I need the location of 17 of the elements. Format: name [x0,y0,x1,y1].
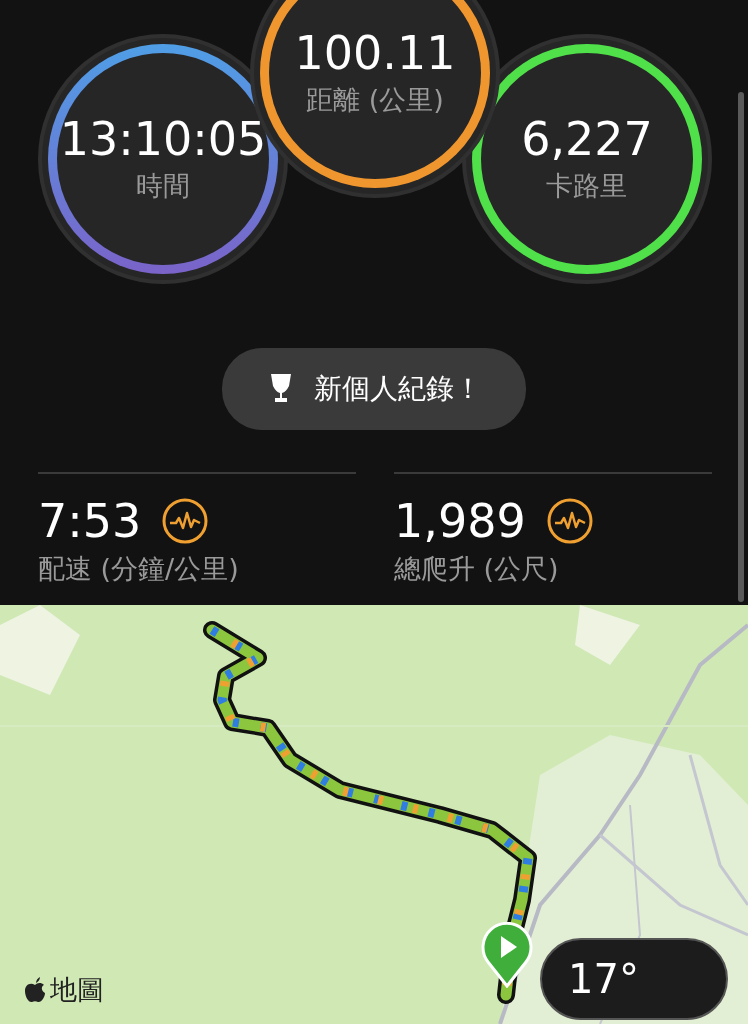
stat-label: 總爬升 (公尺) [394,551,560,586]
temperature-badge: 17° [540,938,728,1020]
stat-value: 13:10:05 [59,113,267,165]
stat-label: 距離 (公里) [306,83,444,118]
stat-label: 時間 [136,169,190,204]
personal-record-badge[interactable]: 新個人紀錄！ [222,348,526,430]
stat-value: 100.11 [294,27,456,79]
heart-rate-icon [161,497,210,546]
heart-rate-icon [545,497,594,546]
stat-value: 7:53 [38,496,142,547]
map-label: 地圖 [50,973,104,1007]
start-pin-icon [480,922,534,988]
stat-label: 配速 (分鐘/公里) [38,551,240,586]
stat-value: 6,227 [521,113,653,165]
apple-icon [24,977,46,1003]
stat-value: 1,989 [394,496,526,547]
stat-label: 卡路里 [546,169,628,204]
